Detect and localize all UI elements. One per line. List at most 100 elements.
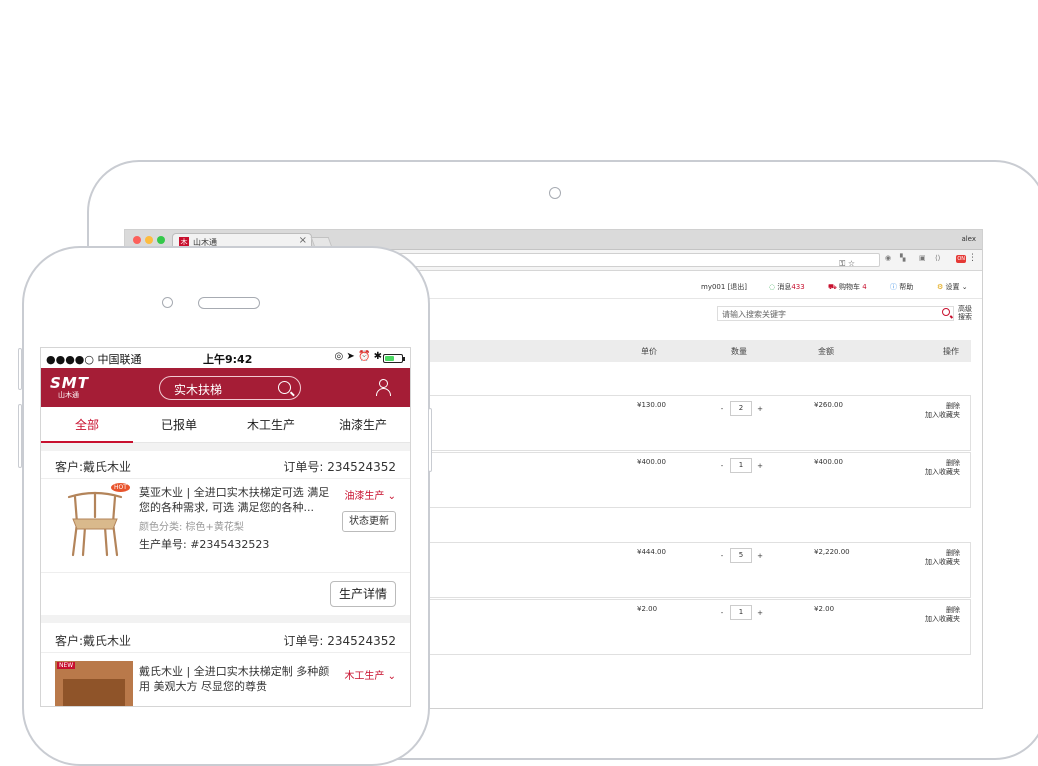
message-icon: ◌ [769,283,776,291]
url-input[interactable]: ⚿ ☆ [375,253,880,269]
quantity-input[interactable]: 2 [730,401,752,416]
production-number: 生产单号: #2345432523 [139,538,270,551]
status-icons: ◎ ➤ ⏰ ✱ [334,351,382,362]
delete-link[interactable]: 删除 [925,606,960,615]
volume-down-button [18,404,22,468]
quantity-input[interactable]: 5 [730,548,752,563]
quantity-stepper[interactable]: -2 + [718,401,764,416]
increase-button[interactable]: + [756,462,764,470]
search-input[interactable]: 请输入搜索关键字 [717,306,954,321]
settings-link[interactable]: ⚙ 设置 ⌄ [937,282,968,292]
status-time: 上午9:42 [203,353,253,366]
product-attributes: 颜色分类: 棕色+黄花梨 [139,522,244,533]
tab-woodwork[interactable]: 木工生产 [225,407,317,443]
decrease-button[interactable]: - [718,462,726,470]
add-favorite-link[interactable]: 加入收藏夹 [925,558,960,567]
quantity-input[interactable]: 1 [730,458,752,473]
minimize-window-button[interactable] [145,236,153,244]
decrease-button[interactable]: - [718,609,726,617]
quantity-stepper[interactable]: -5 + [718,548,764,563]
decrease-button[interactable]: - [718,552,726,560]
tab-all[interactable]: 全部 [41,407,133,443]
battery-icon [383,354,405,363]
carrier-signal: ●●●●○ 中国联通 [46,353,142,366]
quantity-input[interactable]: 1 [730,605,752,620]
advanced-search-link[interactable]: 高级搜索 [958,305,974,321]
cart-count: 4 [862,283,867,291]
product-title[interactable]: 戴氏木业 | 全进口实木扶梯定制 多种颜用 美观大方 尽显您的尊贵 [139,664,339,694]
row-amount: ¥400.00 [814,458,843,466]
update-status-button[interactable]: 状态更新 [342,511,396,532]
product-badge: NEW [57,662,76,669]
production-status-dropdown[interactable]: 油漆生产 ⌄ [344,487,396,502]
mobile-app-screen: ●●●●○ 中国联通 上午9:42 ◎ ➤ ⏰ ✱ SMT 山木通 实木扶梯 全… [40,347,411,707]
battery-level [385,356,394,361]
cart-icon: ⛟ [828,283,837,291]
product-title[interactable]: 莫亚木业 | 全进口实木扶梯定可选 满足您的各种需求, 可选 满足您的各种... [139,485,339,515]
add-favorite-link[interactable]: 加入收藏夹 [925,411,960,420]
delete-link[interactable]: 删除 [925,402,960,411]
close-window-button[interactable] [133,236,141,244]
tab-painting[interactable]: 油漆生产 [317,407,409,443]
row-actions: 删除 加入收藏夹 [925,402,960,420]
row-amount: ¥2,220.00 [814,548,850,556]
unit-price: ¥444.00 [637,548,666,556]
increase-button[interactable]: + [756,405,764,413]
browser-profile-name[interactable]: alex [961,235,976,243]
add-favorite-link[interactable]: 加入收藏夹 [925,615,960,624]
maximize-window-button[interactable] [157,236,165,244]
messages-link[interactable]: ◌ 消息433 [769,282,805,292]
table-row: ¥130.00 -2 + ¥260.00 删除 加入收藏夹 [415,395,971,451]
customer-name: 客户:戴氏木业 [55,460,132,474]
search-icon[interactable] [278,381,291,394]
unit-price: ¥400.00 [637,458,666,466]
production-status-dropdown[interactable]: 木工生产 ⌄ [344,667,396,682]
extension-badge-icon[interactable]: ON [956,255,966,263]
help-link[interactable]: ⓘ 帮助 [890,282,913,292]
header-actions: 操作 [943,347,959,356]
row-actions: 删除 加入收藏夹 [925,549,960,567]
order-header: 客户:戴氏木业 订单号: 234524352 [41,625,410,653]
order-number: 订单号: 234524352 [283,634,396,648]
gear-icon: ⚙ [937,283,944,291]
phone-speaker [198,297,260,309]
extension-icon[interactable]: ◉ [885,254,891,262]
production-detail-button[interactable]: 生产详情 [329,581,396,607]
search-input[interactable]: 实木扶梯 [159,376,301,400]
delete-link[interactable]: 删除 [925,459,960,468]
cart-link[interactable]: ⛟ 购物车 4 [828,282,867,292]
increase-button[interactable]: + [756,552,764,560]
user-icon[interactable] [376,379,391,396]
order-number: 订单号: 234524352 [283,460,396,474]
quantity-stepper[interactable]: -1 + [718,458,764,473]
extension-icon[interactable]: ▣ [919,254,926,262]
logout-link[interactable]: [退出] [728,283,747,291]
app-header: SMT 山木通 实木扶梯 [41,368,410,407]
volume-up-button [18,348,22,390]
search-icon[interactable] [942,308,950,316]
order-header: 客户:戴氏木业 订单号: 234524352 [41,451,410,479]
extension-icon[interactable]: ⟨⟩ [935,254,940,262]
status-bar: ●●●●○ 中国联通 上午9:42 ◎ ➤ ⏰ ✱ [41,348,410,368]
header-amount: 金额 [818,347,834,356]
add-favorite-link[interactable]: 加入收藏夹 [925,468,960,477]
messages-count: 433 [791,283,805,291]
tab-submitted[interactable]: 已报单 [133,407,225,443]
header-quantity: 数量 [731,347,747,356]
product-image[interactable]: NEW [55,661,133,706]
product-image[interactable]: HOT [55,483,133,558]
decrease-button[interactable]: - [718,405,726,413]
power-button [428,408,432,472]
tab-close-icon[interactable]: × [299,235,307,246]
delete-link[interactable]: 删除 [925,549,960,558]
browser-menu-icon[interactable]: ⋮ [968,253,977,263]
key-star-icons[interactable]: ⚿ ☆ [839,259,855,269]
table-row: ¥2.00 -1 + ¥2.00 删除 加入收藏夹 [415,599,971,655]
quantity-stepper[interactable]: -1 + [718,605,764,620]
phone-camera [162,297,173,308]
unit-price: ¥2.00 [637,605,658,613]
order-tabs: 全部 已报单 木工生产 油漆生产 [41,407,410,443]
increase-button[interactable]: + [756,609,764,617]
extension-icon[interactable]: ▚ [900,254,905,262]
search-query: 实木扶梯 [174,383,223,397]
